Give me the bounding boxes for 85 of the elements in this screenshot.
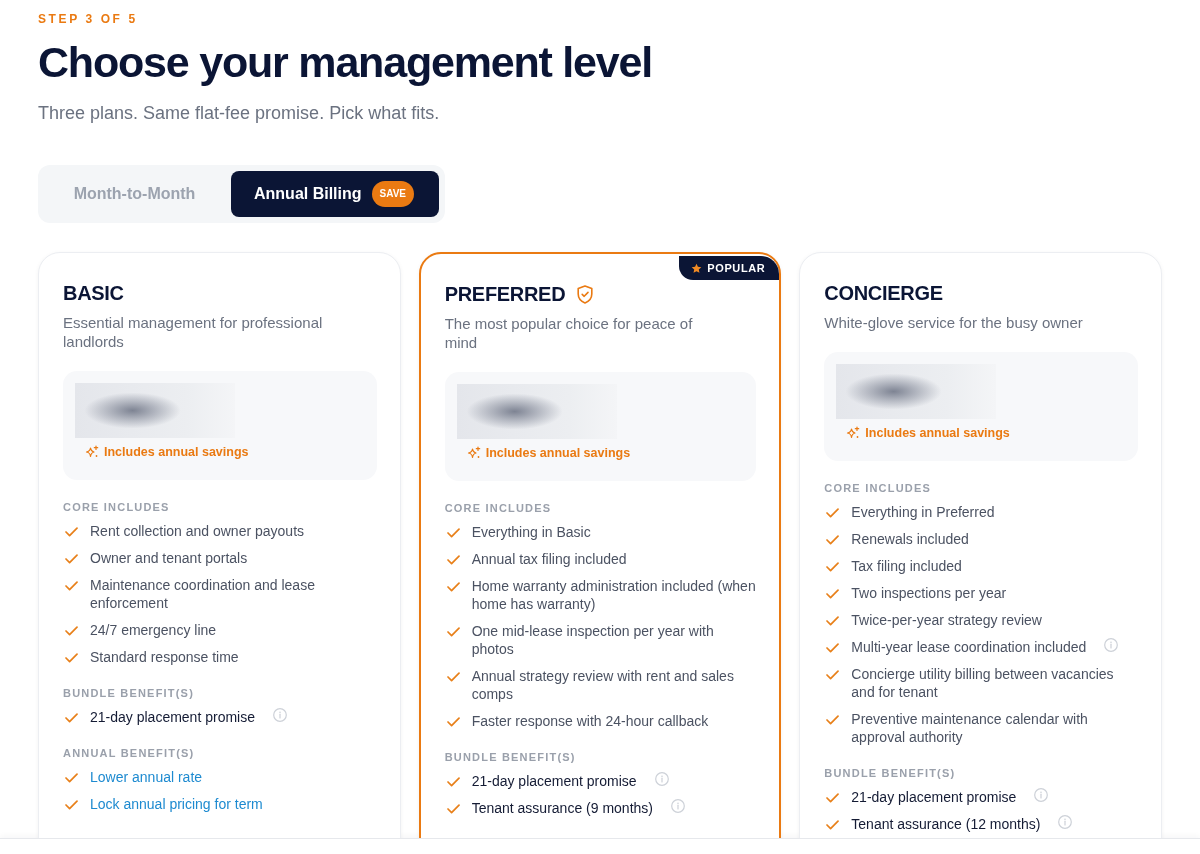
info-icon[interactable] — [1104, 638, 1119, 652]
feature-text: Faster response with 24-hour callback — [471, 712, 709, 730]
plan-title: CONCIERGE — [824, 281, 943, 306]
check-icon — [446, 528, 460, 538]
check-icon — [826, 670, 840, 680]
feature-text: Standard response time — [90, 648, 239, 666]
check-icon — [826, 643, 840, 653]
shield-check-icon — [577, 284, 594, 304]
plan-description: White-glove service for the busy owner — [824, 313, 1084, 332]
check-icon — [446, 777, 460, 787]
plan-title: PREFERRED — [444, 282, 566, 307]
check-icon — [826, 616, 840, 626]
plan-title: BASIC — [63, 281, 124, 306]
feature-text: Annual tax filing included — [471, 550, 627, 568]
sparkle-icon — [466, 446, 481, 460]
feature-text: Preventive maintenance calendar with approval authority — [851, 710, 1089, 746]
check-icon — [446, 717, 460, 727]
feature-text: Multi-year lease coordination included — [851, 638, 1087, 656]
feature-text: One mid-lease inspection per year with photos — [471, 622, 715, 658]
feature-text: Tax filing included — [851, 557, 962, 575]
feature-text: Everything in Preferred — [851, 503, 995, 521]
section-heading: BUNDLE BENEFIT(S) — [444, 750, 577, 764]
page-subtitle: Three plans. Same flat-fee promise. Pick what fits. — [38, 102, 440, 125]
section-heading: BUNDLE BENEFIT(S) — [63, 686, 195, 700]
page-title: Choose your management level — [38, 37, 652, 87]
sparkle-icon — [85, 445, 99, 459]
info-icon[interactable] — [654, 772, 669, 786]
section-heading: CORE INCLUDES — [824, 481, 932, 495]
star-icon — [691, 262, 703, 274]
feature-text: 21-day placement promise — [90, 708, 255, 726]
feature-text: Tenant assurance (12 months) — [851, 815, 1041, 833]
section-heading: CORE INCLUDES — [444, 501, 553, 515]
popular-label: POPULAR — [707, 262, 766, 274]
section-heading: BUNDLE BENEFIT(S) — [824, 766, 957, 780]
check-icon — [826, 535, 840, 545]
feature-text: Home warranty administration included (when home has warranty) — [471, 577, 757, 613]
feature-text: Two inspections per year — [851, 584, 1007, 602]
plan-description: The most popular choice for peace of mind — [444, 314, 694, 352]
check-icon — [826, 562, 840, 572]
check-icon — [446, 672, 460, 682]
feature-text: 24/7 emergency line — [90, 621, 217, 639]
info-icon[interactable] — [671, 799, 685, 813]
step-label: STEP 3 OF 5 — [38, 11, 138, 27]
check-icon — [446, 555, 460, 565]
feature-text: Rent collection and owner payouts — [90, 522, 305, 540]
billing-option[interactable]: Annual Billing SAVE — [231, 171, 440, 217]
feature-text: Tenant assurance (9 months) — [471, 799, 653, 817]
feature-text: Twice-per-year strategy review — [851, 611, 1042, 629]
sparkle-icon — [846, 426, 861, 440]
check-icon — [65, 773, 78, 783]
check-icon — [65, 653, 78, 663]
check-icon — [826, 793, 840, 803]
check-icon — [65, 581, 78, 591]
feature-text: Annual strategy review with rent and sales comps — [471, 667, 735, 703]
check-icon — [65, 713, 78, 723]
check-icon — [446, 627, 460, 637]
check-icon — [826, 715, 840, 725]
check-icon — [446, 582, 460, 592]
feature-text: Maintenance coordination and lease enforcement — [90, 576, 316, 612]
check-icon — [826, 508, 840, 518]
check-icon — [65, 626, 78, 636]
feature-text: Owner and tenant portals — [90, 549, 248, 567]
info-icon[interactable] — [273, 708, 287, 722]
info-icon[interactable] — [1034, 788, 1049, 802]
info-icon[interactable] — [1058, 815, 1073, 829]
check-icon — [65, 554, 78, 564]
check-icon — [65, 527, 78, 537]
savings-note: Includes annual savings — [104, 444, 249, 460]
save-badge: SAVE — [371, 181, 415, 207]
feature-text: Renewals included — [851, 530, 969, 548]
savings-note: Includes annual savings — [865, 425, 1010, 441]
feature-text: 21-day placement promise — [471, 772, 637, 790]
feature-text: 21-day placement promise — [851, 788, 1017, 806]
section-heading: CORE INCLUDES — [63, 500, 171, 514]
check-icon — [446, 804, 460, 814]
feature-text: Lock annual pricing for term — [90, 795, 263, 813]
check-icon — [65, 800, 78, 810]
feature-text: Lower annual rate — [90, 768, 203, 786]
check-icon — [826, 820, 840, 830]
feature-text: Everything in Basic — [471, 523, 591, 541]
plan-description: Essential management for professional landlords — [63, 313, 324, 351]
feature-text: Concierge utility billing between vacancies and for tenant — [851, 665, 1115, 701]
savings-note: Includes annual savings — [485, 445, 631, 461]
check-icon — [826, 589, 840, 599]
section-heading: ANNUAL BENEFIT(S) — [63, 746, 196, 760]
